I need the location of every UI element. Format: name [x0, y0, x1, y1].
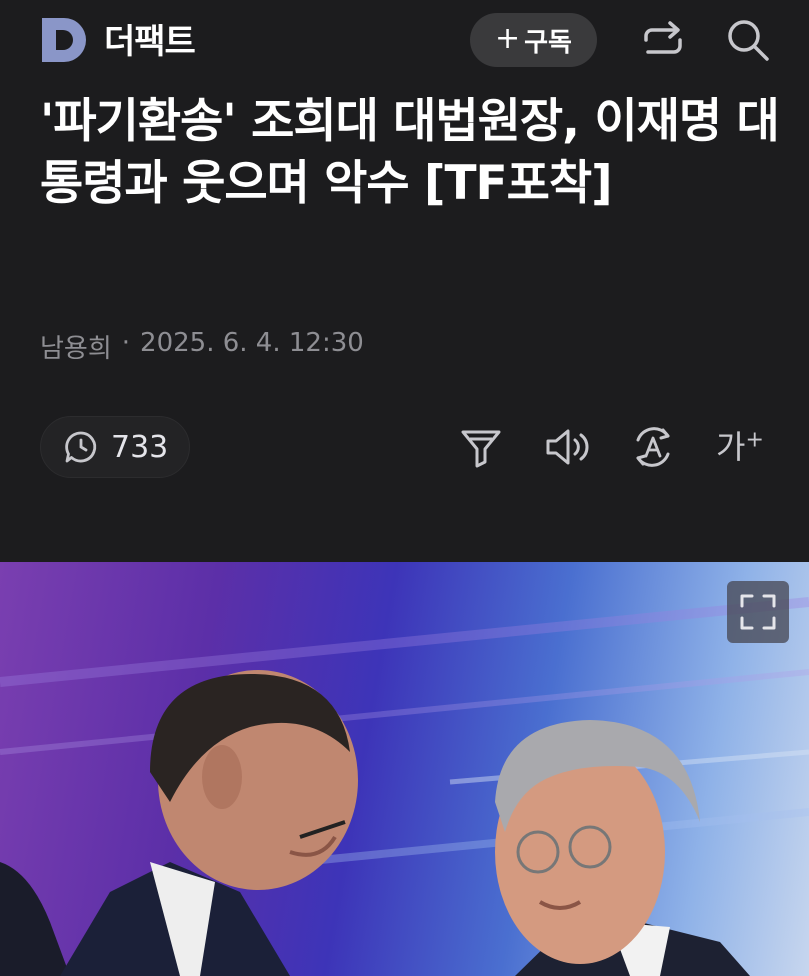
- font-size-button[interactable]: 가+: [716, 422, 764, 468]
- translate-icon: [636, 427, 670, 467]
- article-meta: 남용희 · 2025. 6. 4. 12:30: [40, 328, 364, 365]
- audio-button[interactable]: [544, 424, 590, 470]
- top-header: 더팩트 + 구독: [0, 0, 809, 80]
- plus-icon: +: [495, 21, 521, 56]
- fullscreen-icon: [740, 594, 776, 630]
- article-photo[interactable]: [0, 562, 809, 976]
- author-name[interactable]: 남용희: [40, 328, 112, 365]
- filter-icon: [461, 430, 501, 468]
- publish-datetime: 2025. 6. 4. 12:30: [140, 328, 364, 358]
- comment-count: 733: [111, 429, 169, 465]
- comment-icon: [65, 431, 97, 463]
- search-icon[interactable]: [724, 16, 772, 64]
- translate-button[interactable]: [630, 424, 676, 470]
- comments-button[interactable]: 733: [40, 416, 190, 478]
- speaker-icon: [546, 429, 589, 465]
- subscribe-label: 구독: [524, 27, 572, 58]
- font-size-plus: +: [745, 427, 764, 453]
- font-size-label: 가: [716, 428, 746, 466]
- filter-button[interactable]: [458, 424, 504, 470]
- meta-separator: ·: [121, 328, 131, 358]
- photo-scene: [0, 597, 809, 976]
- fullscreen-button[interactable]: [727, 581, 789, 643]
- subscribe-button[interactable]: + 구독: [470, 13, 597, 67]
- brand-name[interactable]: 더팩트: [104, 14, 196, 63]
- share-icon[interactable]: [640, 18, 686, 62]
- article-title: '파기환송' 조희대 대법원장, 이재명 대통령과 웃으며 악수 [TF포착]: [40, 94, 780, 211]
- logo-icon[interactable]: [40, 16, 88, 64]
